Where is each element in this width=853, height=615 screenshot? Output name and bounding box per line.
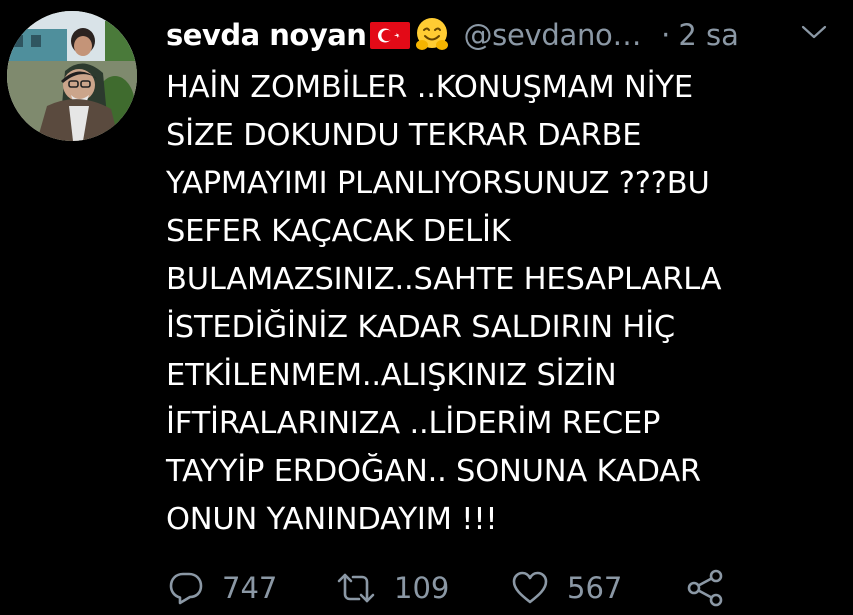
retweet-count: 109: [394, 571, 450, 605]
reply-count: 747: [222, 571, 278, 605]
turkey-flag-icon: [370, 21, 411, 49]
tweet-text-line: BULAMAZSINIZ..SAHTE HESAPLARLA: [166, 262, 722, 297]
separator-dot: ·: [661, 18, 671, 52]
avatar[interactable]: [7, 11, 137, 141]
tweet-text-line: HAİN ZOMBİLER ..KONUŞMAM NİYE: [166, 70, 693, 105]
chevron-down-icon[interactable]: [800, 22, 828, 42]
tweet-time[interactable]: 2 sa: [678, 18, 739, 52]
tweet-text-line: İSTEDİĞİNİZ KADAR SALDIRIN HİÇ: [166, 310, 675, 345]
heart-icon: [512, 571, 548, 604]
tweet-text-line: SEFER KAÇACAK DELİK: [166, 214, 511, 249]
share-icon: [687, 569, 723, 607]
tweet-text-line: YAPMAYIMI PLANLIYORSUNUZ ???BU: [166, 166, 710, 201]
like-count: 567: [567, 571, 623, 605]
retweet-icon: [337, 573, 375, 603]
retweet-button[interactable]: 109: [336, 565, 449, 611]
tweet[interactable]: sevda noyan @sevdano… · 2 sa HAİN ZOMBİL…: [0, 0, 853, 615]
reply-icon: [169, 572, 203, 605]
tweet-text-line: ETKİLENMEM..ALIŞKINIZ SİZİN: [166, 358, 617, 393]
tweet-text-line: İFTİRALARINIZA ..LİDERİM RECEP: [166, 406, 661, 441]
user-handle[interactable]: @sevdano…: [463, 18, 641, 52]
display-name[interactable]: sevda noyan: [166, 18, 367, 52]
hugging-face-icon: [413, 16, 451, 54]
tweet-text-line: TAYYİP ERDOĞAN.. SONUNA KADAR: [166, 454, 701, 489]
avatar-photo: [7, 11, 137, 141]
tweet-header: sevda noyan @sevdano… · 2 sa: [166, 14, 739, 56]
reply-button[interactable]: 747: [168, 565, 277, 611]
tweet-text-line: ONUN YANINDAYIM !!!: [166, 502, 498, 537]
tweet-text: HAİN ZOMBİLER ..KONUŞMAM NİYE SİZE DOKUN…: [166, 64, 846, 544]
tweet-actions: 747 109 567: [166, 565, 846, 611]
tweet-text-line: SİZE DOKUNDU TEKRAR DARBE: [166, 118, 642, 153]
share-button[interactable]: [686, 565, 726, 611]
like-button[interactable]: 567: [511, 565, 622, 611]
